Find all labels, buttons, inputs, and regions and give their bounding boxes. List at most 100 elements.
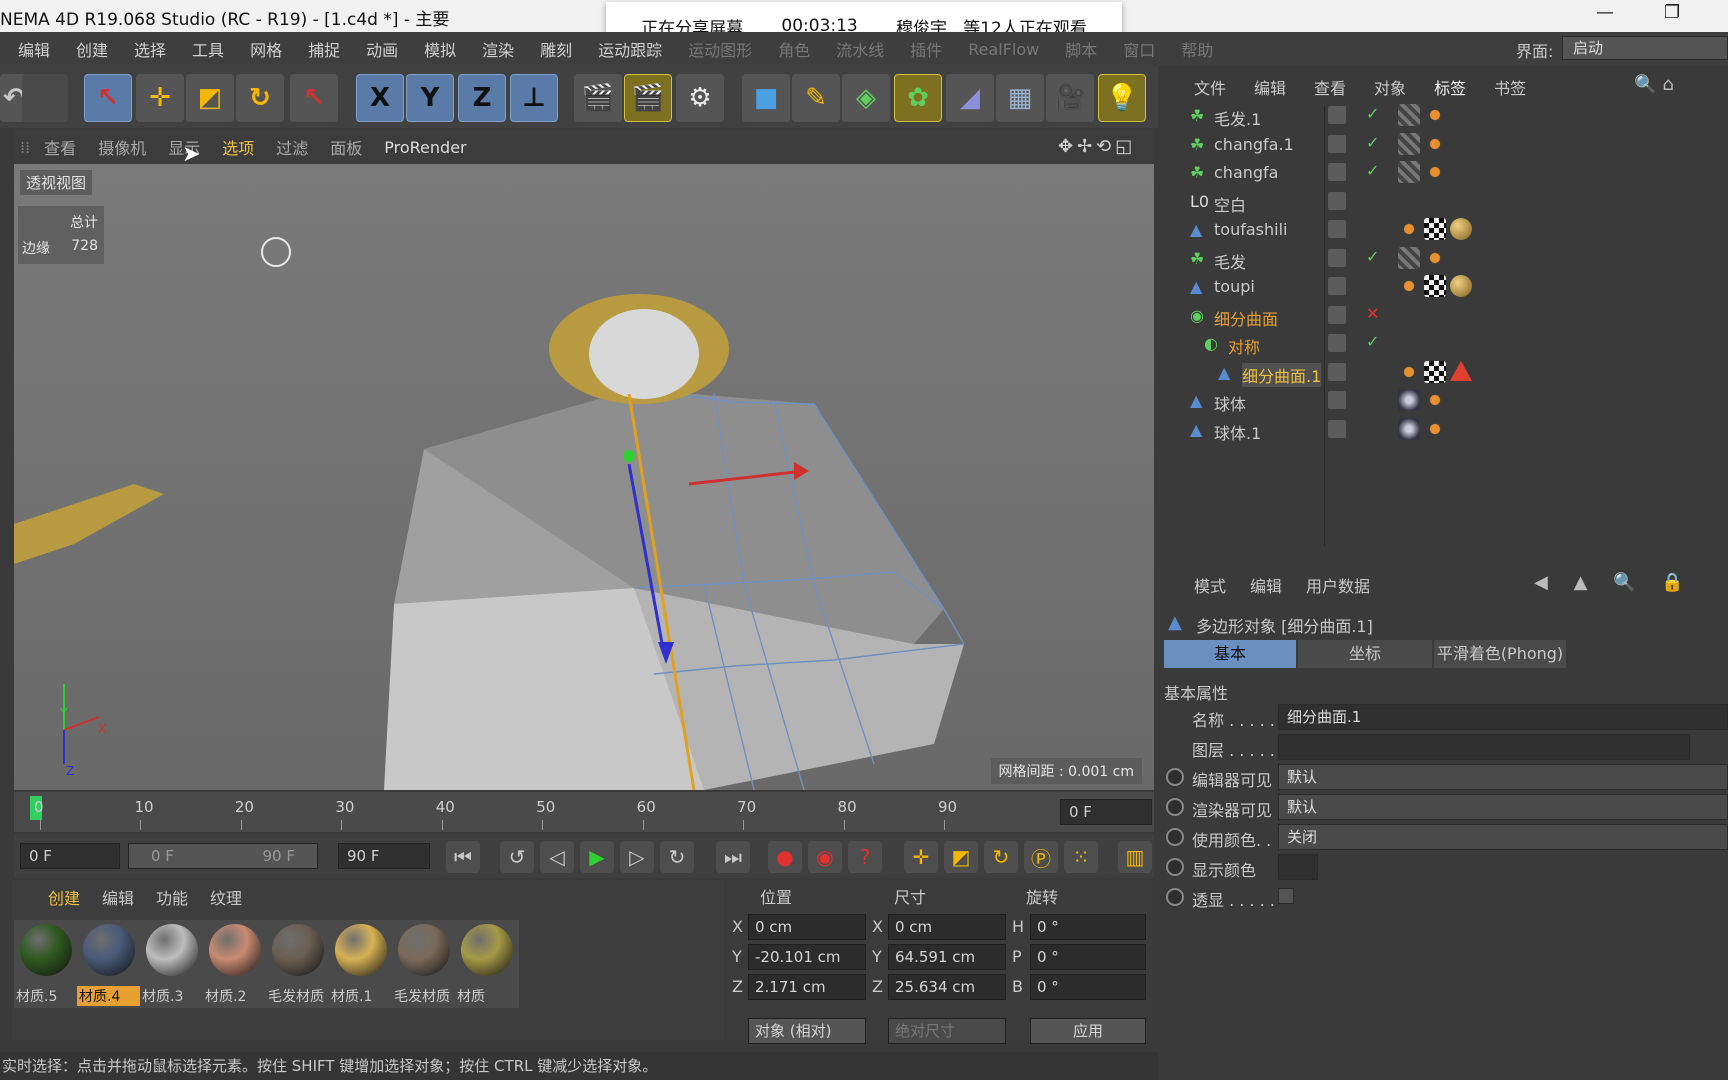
menu-item[interactable]: 雕刻 — [540, 37, 572, 61]
menu-item[interactable]: 运动图形 — [688, 37, 752, 61]
material-tag-icon[interactable] — [1398, 389, 1420, 411]
live-select-icon[interactable]: ↖ — [84, 74, 132, 122]
menu-item[interactable]: 选择 — [134, 37, 166, 61]
attribute-menu-item[interactable]: 用户数据 — [1306, 573, 1370, 597]
cube-icon[interactable]: ■ — [742, 74, 790, 122]
minimize-button[interactable]: — — [1596, 2, 1614, 23]
menu-item[interactable]: 网格 — [250, 37, 282, 61]
light-icon[interactable]: 💡 — [1098, 74, 1146, 122]
array-icon[interactable]: ✿ — [894, 74, 942, 122]
viewport-menu-item[interactable]: ProRender — [384, 138, 466, 157]
menu-item[interactable]: 帮助 — [1181, 37, 1213, 61]
go-to-start-icon[interactable]: ⏮ — [446, 841, 480, 873]
material-swatch[interactable]: 材质.2 — [203, 920, 267, 1008]
material-tag-icon[interactable] — [1424, 104, 1446, 126]
object-row[interactable]: ☘ 毛发 ✓ — [1158, 245, 1728, 273]
perspective-viewport[interactable]: ➤ 透视视图 总计 边缘 728 Y X Z 网格间距 : 0.001 cm — [14, 142, 1154, 790]
checker-tag-icon[interactable] — [1424, 360, 1446, 383]
enabled-check-icon[interactable]: ✓ — [1366, 104, 1379, 123]
layer-toggle-icon[interactable] — [1328, 277, 1346, 295]
animate-radio-icon[interactable] — [1166, 888, 1184, 906]
menu-item[interactable]: 渲染 — [482, 37, 514, 61]
material-swatch[interactable]: 材质.1 — [329, 920, 393, 1008]
size-field[interactable]: 0 cm — [888, 914, 1006, 940]
object-row[interactable]: ☘ changfa ✓ — [1158, 159, 1728, 187]
hair-tag-icon[interactable] — [1398, 132, 1420, 155]
menu-item[interactable]: 模拟 — [424, 37, 456, 61]
render-settings-icon[interactable]: ⚙ — [676, 74, 724, 122]
material-menu-item[interactable]: 创建 — [48, 885, 80, 909]
attribute-value-field[interactable]: 默认 — [1278, 794, 1728, 820]
object-row[interactable]: ▲ toupi — [1158, 273, 1728, 301]
menu-item[interactable]: 动画 — [366, 37, 398, 61]
object-row[interactable]: ☘ 毛发.1 ✓ — [1158, 102, 1728, 130]
layer-toggle-icon[interactable] — [1328, 106, 1346, 124]
render-picture-viewer-icon[interactable]: 🎬 — [624, 74, 672, 122]
viewport-menu-item[interactable]: 查看 — [44, 135, 76, 159]
rotation-field[interactable]: 0 ° — [1030, 914, 1146, 940]
recent-tool-icon[interactable]: ↖ — [290, 74, 338, 122]
hair-tag-icon[interactable] — [1398, 246, 1420, 269]
viewport-menu-item[interactable]: 摄像机 — [98, 135, 146, 159]
key-parameter-icon[interactable]: Ⓟ — [1024, 841, 1058, 873]
menu-item[interactable]: 编辑 — [18, 37, 50, 61]
next-frame-icon[interactable]: ▷ — [620, 841, 654, 873]
layer-toggle-icon[interactable] — [1328, 334, 1346, 352]
material-swatch[interactable]: 材质.4 — [77, 920, 141, 1008]
texture-tag-icon[interactable] — [1398, 360, 1420, 383]
search-icon[interactable]: 🔍⌂ — [1634, 74, 1680, 95]
render-view-icon[interactable]: 🎬 — [574, 74, 622, 122]
subdivision-icon[interactable]: ◈ — [842, 74, 890, 122]
drag-handle-icon[interactable]: ⁞⁞ — [20, 138, 30, 157]
enabled-check-icon[interactable]: ✓ — [1366, 161, 1379, 180]
nav-arrows-icon[interactable]: ◀ ▲ 🔍 🔒 — [1534, 572, 1694, 593]
menu-item[interactable]: 捕捉 — [308, 37, 340, 61]
viewport-menu-item[interactable]: 过滤 — [276, 135, 308, 159]
material-swatch[interactable]: 材质 — [455, 920, 519, 1008]
animate-radio-icon[interactable] — [1166, 798, 1184, 816]
object-row[interactable]: ▲ 细分曲面.1 — [1158, 359, 1728, 387]
rotation-field[interactable]: 0 ° — [1030, 944, 1146, 970]
restore-button[interactable]: ❐ — [1664, 2, 1680, 23]
object-menu-item[interactable]: 对象 — [1374, 75, 1406, 99]
hair-tag-icon[interactable] — [1398, 104, 1420, 126]
pen-icon[interactable]: ✎ — [792, 74, 840, 122]
rotation-field[interactable]: 0 ° — [1030, 974, 1146, 1000]
prev-key-icon[interactable]: ↺ — [500, 841, 534, 873]
material-tag-icon[interactable] — [1450, 275, 1472, 297]
end-frame-field[interactable]: 90 F — [338, 843, 430, 869]
enabled-check-icon[interactable]: ✓ — [1366, 332, 1379, 351]
floor-icon[interactable]: ▦ — [996, 74, 1044, 122]
scale-icon[interactable]: ◩ — [186, 74, 234, 122]
material-menu-item[interactable]: 编辑 — [102, 885, 134, 909]
apply-button[interactable]: 应用 — [1030, 1018, 1146, 1044]
key-pla-icon[interactable]: ⁙ — [1064, 841, 1098, 873]
menu-item[interactable]: 创建 — [76, 37, 108, 61]
rotate-icon[interactable]: ↻ — [236, 74, 284, 122]
enabled-check-icon[interactable]: ✓ — [1366, 247, 1379, 266]
animate-radio-icon[interactable] — [1166, 858, 1184, 876]
menu-item[interactable]: 流水线 — [836, 37, 884, 61]
z-axis-button[interactable]: Z — [458, 74, 506, 122]
object-row[interactable]: ▲ toufashili — [1158, 216, 1728, 244]
viewport-menu-item[interactable]: 选项 — [222, 135, 254, 159]
hair-tag-icon[interactable] — [1398, 161, 1420, 183]
x-axis-button[interactable]: X — [356, 74, 404, 122]
next-key-icon[interactable]: ↻ — [660, 841, 694, 873]
menu-item[interactable]: 运动跟踪 — [598, 37, 662, 61]
auto-key-icon[interactable]: ◉ — [808, 841, 842, 873]
disabled-cross-icon[interactable]: ✕ — [1366, 304, 1379, 323]
attribute-tab[interactable]: 平滑着色(Phong) — [1434, 640, 1566, 668]
material-tag-icon[interactable] — [1450, 218, 1472, 240]
layer-toggle-icon[interactable] — [1328, 391, 1346, 409]
layer-toggle-icon[interactable] — [1328, 220, 1346, 238]
object-menu-item[interactable]: 标签 — [1434, 75, 1466, 99]
size-field[interactable]: 25.634 cm — [888, 974, 1006, 1000]
attribute-menu-item[interactable]: 编辑 — [1250, 573, 1282, 597]
camera-icon[interactable]: 🎥 — [1046, 74, 1094, 122]
object-row[interactable]: ◐ 对称 ✓ — [1158, 330, 1728, 358]
material-tag-icon[interactable] — [1424, 417, 1446, 440]
object-menu-item[interactable]: 书签 — [1494, 75, 1526, 99]
checker-tag-icon[interactable] — [1424, 218, 1446, 240]
position-field[interactable]: 2.171 cm — [748, 974, 866, 1000]
